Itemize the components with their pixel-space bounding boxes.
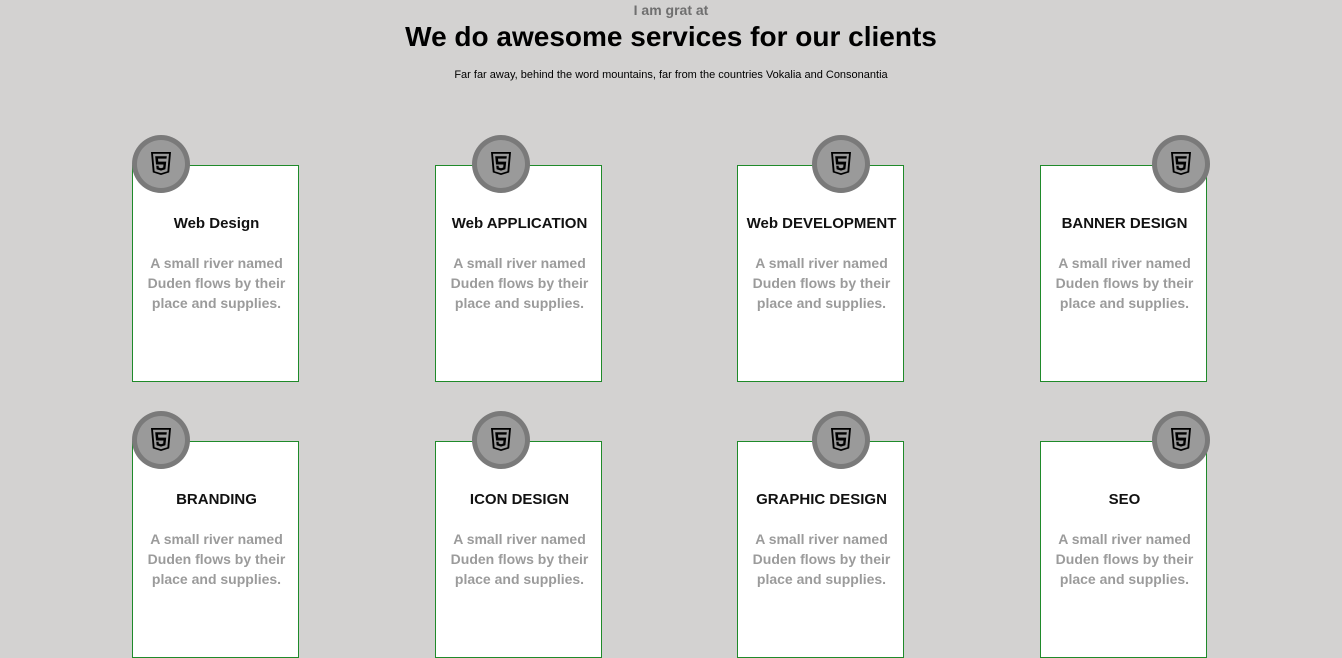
html5-icon [132,411,190,469]
service-card-banner-design: BANNER DESIGN A small river named Duden … [1040,165,1207,382]
html5-icon-glyph [491,428,511,451]
html5-icon-glyph [491,152,511,175]
section-eyebrow: I am grat at [633,2,709,18]
html5-icon [1152,411,1210,469]
section-title: We do awesome services for our clients [405,21,937,52]
section-subtitle: Far far away, behind the word mountains,… [454,69,888,81]
service-description: A small river named Duden flows by their… [450,531,589,587]
html5-icon-glyph [831,428,851,451]
html5-icon [812,135,870,193]
service-description: A small river named Duden flows by their… [147,531,286,587]
service-card-web-design: Web Design A small river named Duden flo… [132,165,299,382]
service-card-web-development: Web DEVELOPMENT A small river named Dude… [737,165,904,382]
service-title: ICON DESIGN [469,491,570,508]
html5-icon-glyph [151,152,171,175]
service-card-seo: SEO A small river named Duden flows by t… [1040,441,1207,658]
service-description: A small river named Duden flows by their… [147,255,286,311]
service-description: A small river named Duden flows by their… [1055,531,1194,587]
service-title: Web APPLICATION [451,215,588,232]
service-title: GRAPHIC DESIGN [756,491,887,508]
html5-icon [472,411,530,469]
html5-icon-glyph [151,428,171,451]
service-description: A small river named Duden flows by their… [752,255,891,311]
html5-icon [132,135,190,193]
html5-icon [472,135,530,193]
html5-icon-glyph [1171,152,1191,175]
service-card-icon-design: ICON DESIGN A small river named Duden fl… [435,441,602,658]
html5-icon-glyph [831,152,851,175]
service-title: Web Design [173,215,260,232]
service-description: A small river named Duden flows by their… [752,531,891,587]
service-title: BRANDING [176,491,257,508]
service-description: A small river named Duden flows by their… [1055,255,1194,311]
html5-icon [1152,135,1210,193]
service-title: BANNER DESIGN [1061,215,1188,232]
service-title: SEO [1108,491,1141,508]
service-card-web-application: Web APPLICATION A small river named Dude… [435,165,602,382]
html5-icon [812,411,870,469]
html5-icon-glyph [1171,428,1191,451]
service-card-branding: BRANDING A small river named Duden flows… [132,441,299,658]
service-card-graphic-design: GRAPHIC DESIGN A small river named Duden… [737,441,904,658]
service-title: Web DEVELOPMENT [746,215,897,232]
service-description: A small river named Duden flows by their… [450,255,589,311]
